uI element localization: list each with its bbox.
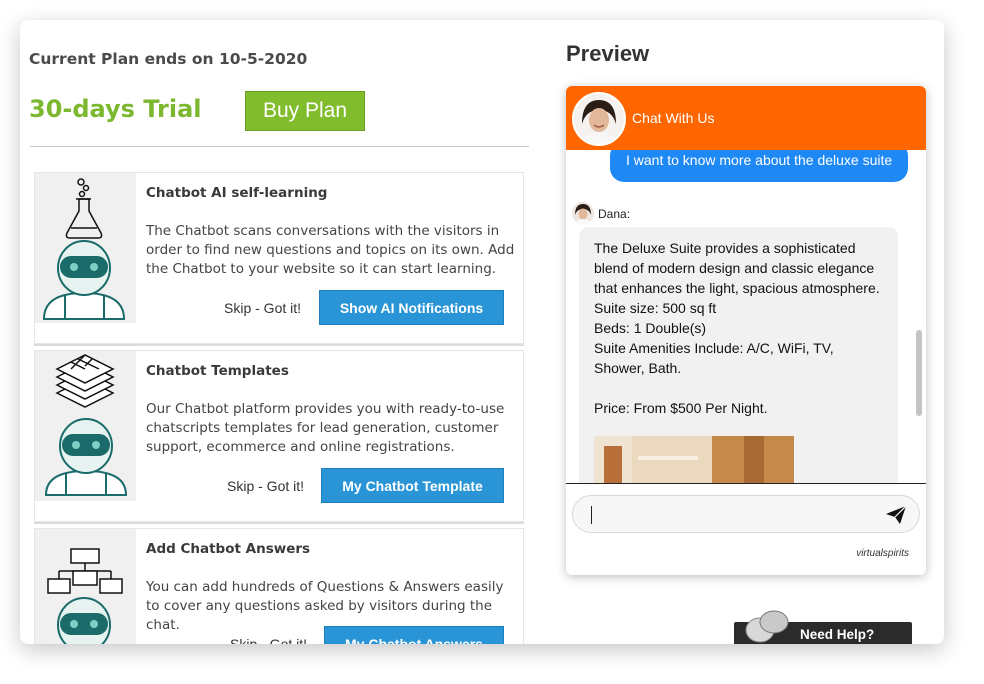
plan-ends-text: Current Plan ends on 10-5-2020 xyxy=(29,50,308,68)
flowchart-robot-icon xyxy=(35,529,136,644)
brand-label: virtualspirits xyxy=(856,548,909,559)
chat-bubbles-icon xyxy=(742,610,794,644)
agent-name: Dana: xyxy=(598,207,631,221)
trial-label: 30-days Trial xyxy=(29,95,202,123)
feature-card-templates: Chatbot Templates Our Chatbot platform p… xyxy=(34,350,524,522)
template-stack-robot-icon xyxy=(35,351,136,501)
chat-header-title: Chat With Us xyxy=(632,110,715,126)
agent-message-line: Price: From $500 Per Night. xyxy=(594,400,768,416)
flask-robot-icon xyxy=(35,173,136,323)
divider xyxy=(30,146,529,147)
card-description: Our Chatbot platform provides you with r… xyxy=(146,401,505,455)
need-help-label: Need Help? xyxy=(800,627,875,642)
agent-message-line: The Deluxe Suite provides a sophisticate… xyxy=(594,240,880,296)
show-ai-notifications-button[interactable]: Show AI Notifications xyxy=(319,290,504,325)
user-message-bubble: I want to know more about the deluxe sui… xyxy=(610,150,908,182)
text-caret xyxy=(591,506,592,524)
chat-input-divider xyxy=(566,483,926,484)
skip-got-it-link[interactable]: Skip - Got it! xyxy=(224,300,301,316)
app-window: Current Plan ends on 10-5-2020 30-days T… xyxy=(20,20,944,644)
chat-messages[interactable]: I want to know more about the deluxe sui… xyxy=(566,150,926,483)
card-description: The Chatbot scans conversations with the… xyxy=(146,223,515,277)
chat-widget: Chat With Us I want to know more about t… xyxy=(566,86,926,575)
preview-title: Preview xyxy=(566,41,650,66)
my-chatbot-answers-button[interactable]: My Chatbot Answers xyxy=(324,626,504,644)
buy-plan-button[interactable]: Buy Plan xyxy=(245,91,365,131)
card-title: Chatbot Templates xyxy=(146,363,289,379)
need-help-button[interactable]: Need Help? xyxy=(734,610,912,644)
send-icon[interactable] xyxy=(885,505,907,525)
agent-message-line: Suite Amenities Include: A/C, WiFi, TV, … xyxy=(594,340,834,376)
my-chatbot-template-button[interactable]: My Chatbot Template xyxy=(321,468,504,503)
chat-scrollbar[interactable] xyxy=(916,330,922,416)
agent-avatar xyxy=(572,92,626,146)
skip-got-it-link[interactable]: Skip - Got it! xyxy=(230,636,307,644)
chat-header: Chat With Us xyxy=(566,86,926,150)
agent-message-bubble: The Deluxe Suite provides a sophisticate… xyxy=(579,227,898,483)
feature-card-answers: Add Chatbot Answers You can add hundreds… xyxy=(34,528,524,644)
suite-photo xyxy=(594,436,794,483)
skip-got-it-link[interactable]: Skip - Got it! xyxy=(227,478,304,494)
feature-card-ai-learning: Chatbot AI self-learning The Chatbot sca… xyxy=(34,172,524,344)
agent-message-line: Beds: 1 Double(s) xyxy=(594,320,707,336)
card-title: Add Chatbot Answers xyxy=(146,541,311,557)
agent-mini-avatar xyxy=(572,202,594,224)
card-title: Chatbot AI self-learning xyxy=(146,185,328,201)
agent-message-line: Suite size: 500 sq ft xyxy=(594,300,717,316)
chat-message-input[interactable] xyxy=(572,495,920,533)
